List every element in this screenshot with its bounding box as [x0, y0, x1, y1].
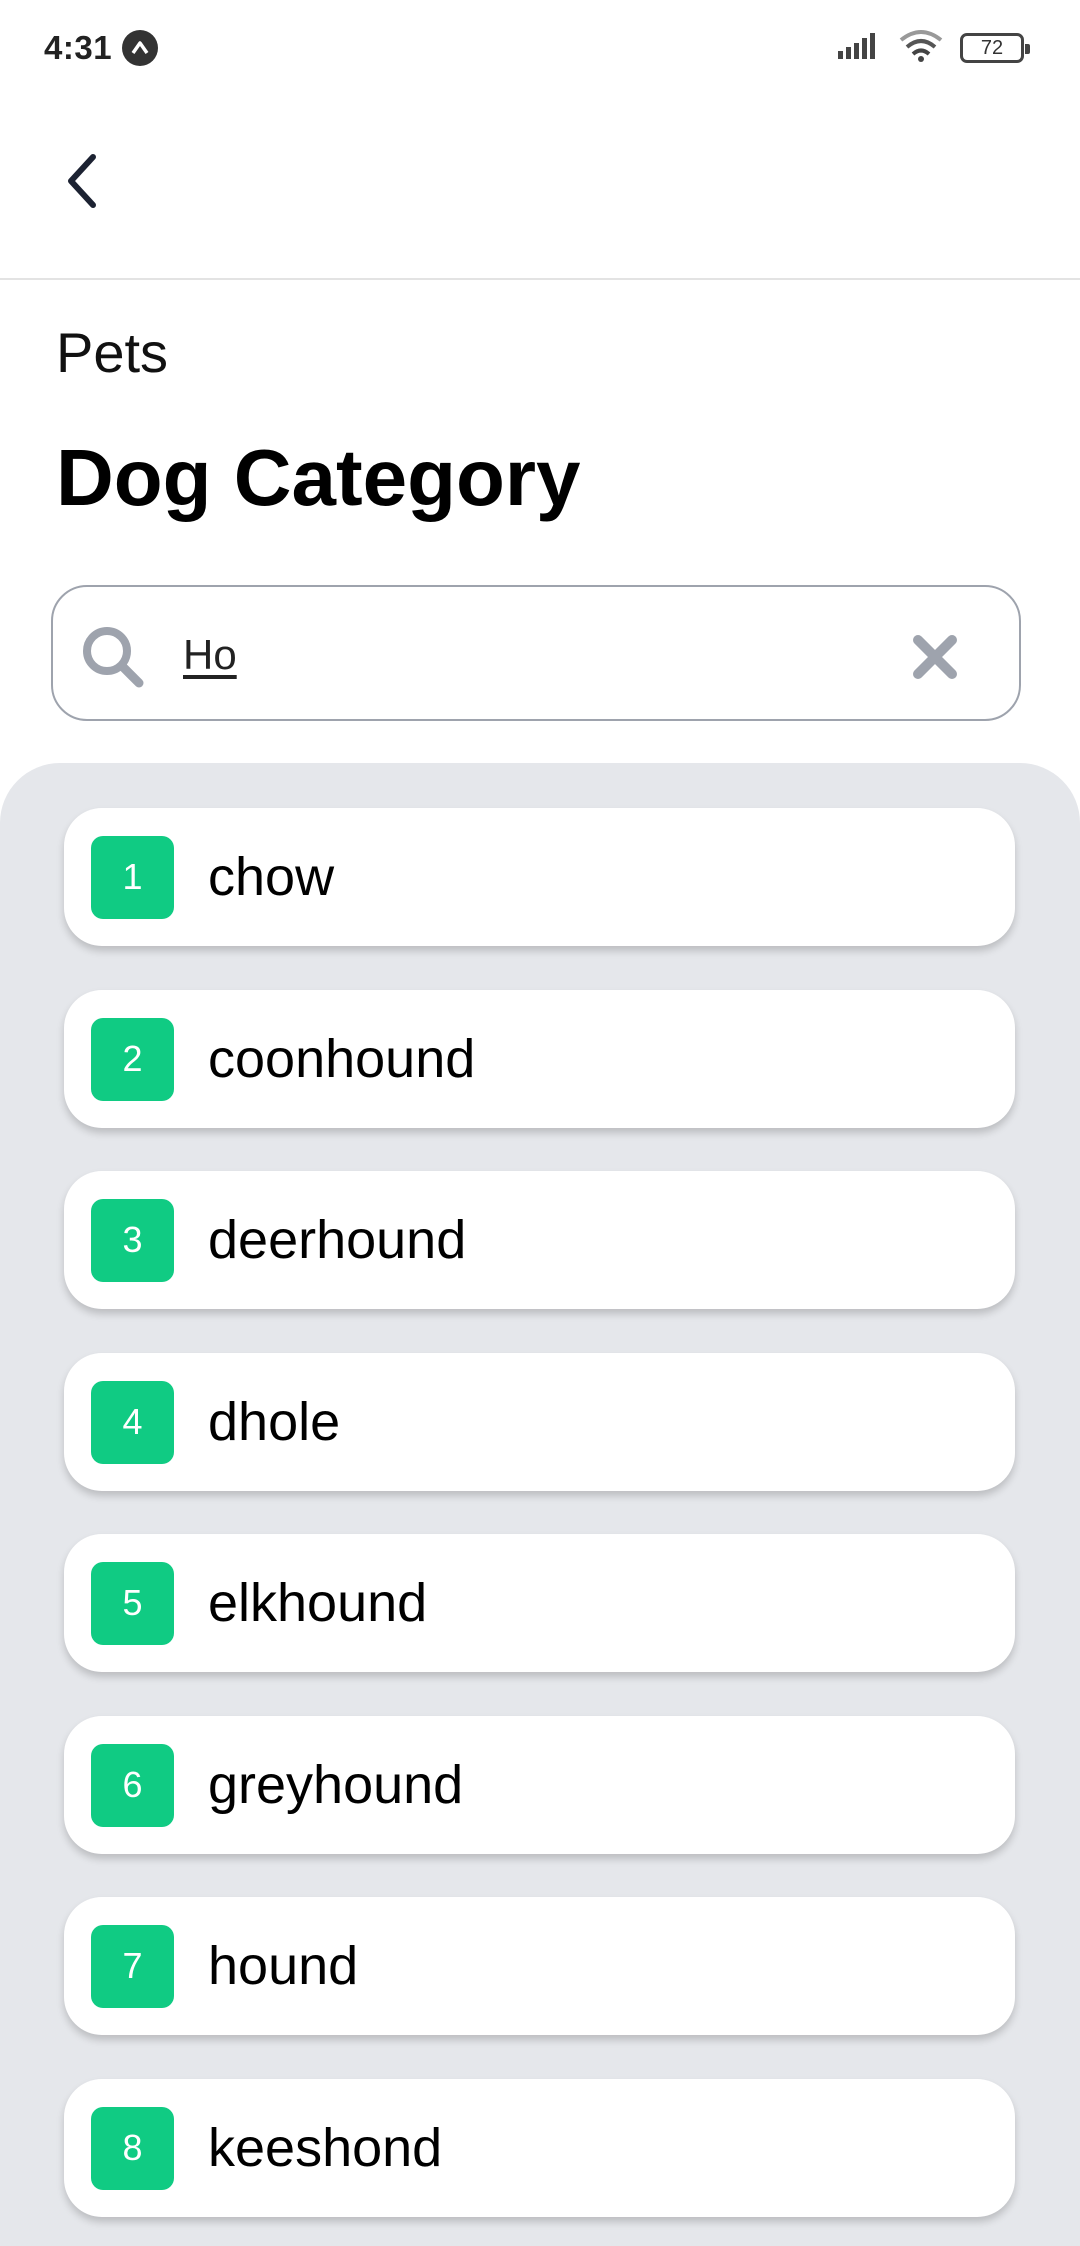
status-bar: 4:31 72	[0, 0, 1080, 96]
battery-indicator: 72	[960, 33, 1030, 63]
section-label: Pets	[56, 321, 169, 384]
index-badge: 8	[91, 2106, 174, 2190]
list-item[interactable]: 7 hound	[64, 1897, 1015, 2035]
index-badge: 4	[91, 1380, 174, 1464]
item-label: elkhound	[208, 1573, 428, 1633]
search-input[interactable]	[183, 617, 883, 693]
item-label: dhole	[208, 1392, 341, 1452]
wifi-icon	[898, 29, 944, 68]
item-label: chow	[208, 847, 335, 907]
back-button[interactable]	[48, 146, 114, 216]
index-badge: 5	[91, 1561, 174, 1645]
search-icon	[83, 627, 144, 688]
index-badge: 2	[91, 1017, 174, 1101]
status-time: 4:31	[44, 29, 113, 66]
index-badge: 3	[91, 1198, 174, 1282]
cellular-signal-icon	[838, 31, 882, 66]
list-item[interactable]: 1 chow	[64, 808, 1015, 946]
list-item[interactable]: 2 coonhound	[64, 990, 1015, 1128]
index-badge: 6	[91, 1743, 174, 1827]
search-box[interactable]	[51, 585, 1021, 721]
status-left: 4:31	[44, 29, 159, 67]
index-badge: 7	[91, 1924, 174, 2008]
list-item[interactable]: 6 greyhound	[64, 1716, 1015, 1854]
status-right: 72	[838, 29, 1030, 68]
item-label: deerhound	[208, 1210, 467, 1270]
results-panel: 1 chow 2 coonhound 3 deerhound 4 dhole 5…	[0, 763, 1080, 2246]
item-label: coonhound	[208, 1029, 476, 1089]
chevron-left-icon	[68, 154, 96, 208]
list-item[interactable]: 4 dhole	[64, 1353, 1015, 1491]
item-label: keeshond	[208, 2118, 443, 2178]
list-item[interactable]: 5 elkhound	[64, 1534, 1015, 1672]
list-item[interactable]: 3 deerhound	[64, 1171, 1015, 1309]
app-bar	[0, 96, 1080, 280]
caret-up-icon	[122, 30, 159, 66]
item-label: hound	[208, 1936, 359, 1996]
clear-search-button[interactable]	[911, 633, 959, 681]
list-item[interactable]: 8 keeshond	[64, 2079, 1015, 2217]
index-badge: 1	[91, 835, 174, 919]
item-label: greyhound	[208, 1755, 464, 1815]
close-icon	[913, 635, 957, 679]
page-title: Dog Category	[56, 433, 581, 522]
